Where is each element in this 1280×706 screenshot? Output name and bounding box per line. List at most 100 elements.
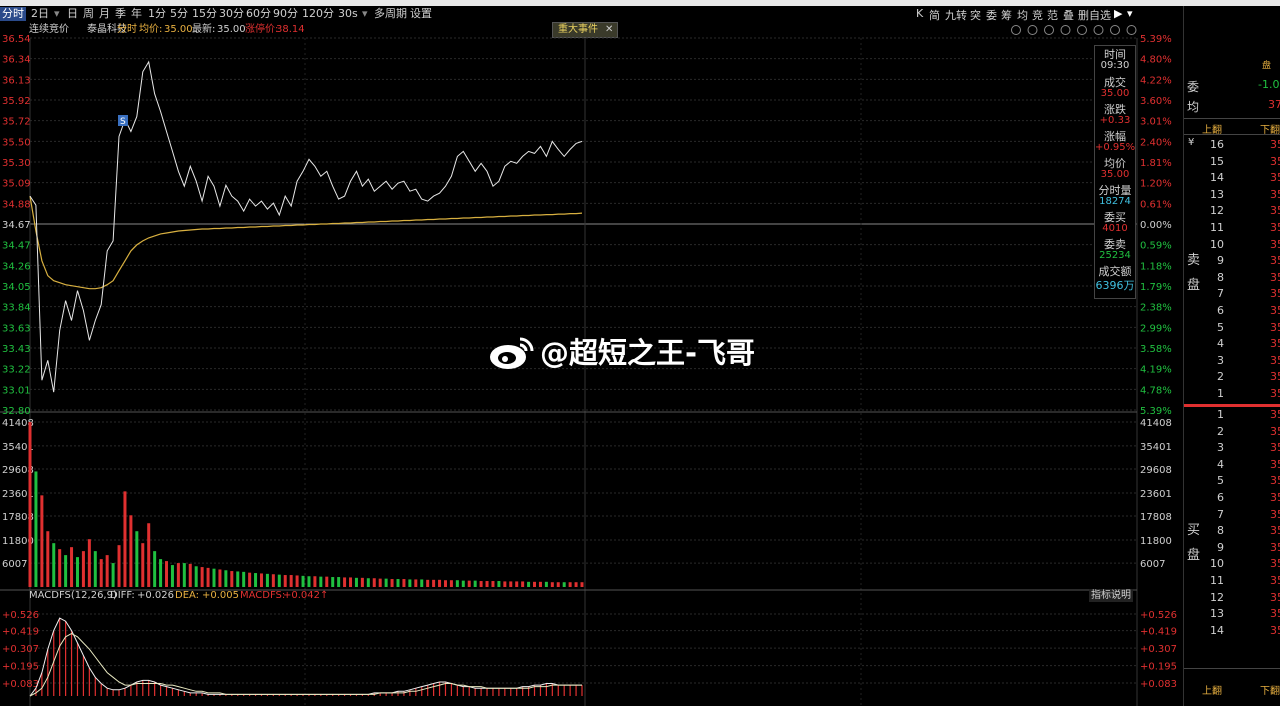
tool-chou[interactable]: 筹 xyxy=(1001,7,1012,23)
volume-bar xyxy=(521,581,525,587)
tab-year[interactable]: 年 xyxy=(131,7,142,21)
tab-15min[interactable]: 15分 xyxy=(192,7,217,21)
volume-bar xyxy=(580,582,584,587)
sell-level-row[interactable]: 7 35 xyxy=(1184,287,1280,303)
tab-60min[interactable]: 60分 xyxy=(246,7,271,21)
macd-tick-label-right: +0.526 xyxy=(1140,610,1177,621)
volume-bar xyxy=(473,580,477,587)
volume-bar xyxy=(396,579,400,587)
buy-level-row[interactable]: 14 35 xyxy=(1184,624,1280,640)
buy-level-row[interactable]: 12 35 xyxy=(1184,591,1280,607)
buy-level-price: 35 xyxy=(1270,557,1280,571)
volume-bar xyxy=(159,559,163,587)
volume-bar xyxy=(99,559,103,587)
tool-k[interactable]: K xyxy=(916,7,923,20)
indicator-help-button[interactable]: 指标说明 xyxy=(1089,589,1133,602)
tab-120min[interactable]: 120分 xyxy=(302,7,334,21)
buy-level-row[interactable]: 4 35 xyxy=(1184,458,1280,474)
tool-wei[interactable]: 委 xyxy=(986,7,997,23)
sell-level-row[interactable]: 9 35 xyxy=(1184,254,1280,270)
tab-1min[interactable]: 1分 xyxy=(148,7,166,21)
sell-level-price: 35 xyxy=(1270,304,1280,317)
macd-tick-label: +0.307 xyxy=(2,644,39,655)
buy-level-row[interactable]: 3 35 xyxy=(1184,441,1280,457)
page-down-button-bottom[interactable]: 下翻 xyxy=(1260,682,1280,697)
tool-jing[interactable]: 竞 xyxy=(1032,7,1043,23)
pct-tick-label: 4.78% xyxy=(1140,385,1172,396)
sell-level-row[interactable]: 10 35 xyxy=(1184,238,1280,254)
sell-level-row[interactable]: 6 35 xyxy=(1184,304,1280,320)
tab-day[interactable]: 日 xyxy=(67,7,78,21)
sell-level-row[interactable]: 4 35 xyxy=(1184,337,1280,353)
tool-die[interactable]: 叠 xyxy=(1063,7,1074,23)
volume-bar xyxy=(574,582,578,587)
sell-level-row[interactable]: 1635 xyxy=(1184,138,1280,154)
page-up-button-bottom[interactable]: 上翻 xyxy=(1202,682,1222,697)
tab-2day[interactable]: 2日 xyxy=(31,7,49,21)
sell-level-row[interactable]: 3 35 xyxy=(1184,354,1280,370)
sell-level-row[interactable]: 14 35 xyxy=(1184,171,1280,187)
volume-bar xyxy=(111,563,115,587)
tool-delete-watchlist[interactable]: 删自选 xyxy=(1078,7,1111,23)
sell-level-row[interactable]: 8 35 xyxy=(1184,271,1280,287)
volume-bar xyxy=(135,531,139,587)
tool-jun[interactable]: 均 xyxy=(1017,7,1028,23)
macd-tick-label: +0.419 xyxy=(2,627,39,638)
settings-button[interactable]: 设置 xyxy=(410,7,432,21)
tab-90min[interactable]: 90分 xyxy=(273,7,298,21)
buy-level-row[interactable]: 10 35 xyxy=(1184,557,1280,573)
zoom-in-icon xyxy=(1110,25,1120,35)
tab-month[interactable]: 月 xyxy=(99,7,110,21)
buy-level-row[interactable]: 8 35 xyxy=(1184,524,1280,540)
sell-level-row[interactable]: 5 35 xyxy=(1184,321,1280,337)
tab-30s[interactable]: 30s xyxy=(338,7,358,21)
price-tick-label: 36.34 xyxy=(2,55,31,66)
price-tick-label: 34.26 xyxy=(2,261,31,272)
tool-jian[interactable]: 简 xyxy=(929,7,940,23)
edit-icon xyxy=(1027,25,1038,35)
buy-level-row[interactable]: 7 35 xyxy=(1184,508,1280,524)
sell-level-price: 35 xyxy=(1270,320,1280,334)
sell-level-number: 16 xyxy=(1210,138,1224,151)
sell-level-row[interactable]: 11 35 xyxy=(1184,221,1280,237)
tab-week[interactable]: 周 xyxy=(83,7,94,21)
buy-level-price: 35 xyxy=(1270,408,1280,421)
volume-bar xyxy=(461,580,465,587)
tool-fan[interactable]: 范 xyxy=(1047,7,1058,23)
buy-level-row[interactable]: 2 35 xyxy=(1184,425,1280,441)
volume-bar xyxy=(319,576,323,587)
buy-level-number: 4 xyxy=(1217,457,1224,471)
buy-level-row[interactable]: 5 35 xyxy=(1184,474,1280,490)
buy-level-row[interactable]: 6 35 xyxy=(1184,491,1280,507)
volume-bar xyxy=(141,543,145,587)
tool-tu[interactable]: 突 xyxy=(970,7,981,23)
buy-level-row[interactable]: 1 35 xyxy=(1184,408,1280,424)
chevron-down-icon[interactable]: ▾ xyxy=(362,7,368,21)
chevron-down-icon[interactable]: ▾ xyxy=(1127,7,1133,20)
volume-bar xyxy=(378,578,382,587)
sell-level-price: 35 xyxy=(1270,287,1280,301)
sell-level-row[interactable]: 1 35 xyxy=(1184,387,1280,403)
price-tick-label: 33.01 xyxy=(2,385,31,396)
sell-level-row[interactable]: 2 35 xyxy=(1184,370,1280,386)
buy-level-row[interactable]: 9 35 xyxy=(1184,541,1280,557)
buy-level-row[interactable]: 11 35 xyxy=(1184,574,1280,590)
sell-level-row[interactable]: 13 35 xyxy=(1184,188,1280,204)
sell-level-row[interactable]: 12 35 xyxy=(1184,204,1280,220)
tab-fenshi[interactable]: 分时 xyxy=(0,7,26,21)
buy-level-row[interactable]: 13 35 xyxy=(1184,607,1280,623)
tab-quarter[interactable]: 季 xyxy=(115,7,126,21)
volume-bar xyxy=(283,575,287,587)
tool-jiuzhuan[interactable]: 九转 xyxy=(945,7,967,23)
macd-tick-label: +0.083 xyxy=(2,679,39,690)
price-tick-label: 35.72 xyxy=(2,117,31,128)
sell-level-price: 35 xyxy=(1270,370,1280,384)
tab-5min[interactable]: 5分 xyxy=(170,7,188,21)
tab-multi-period[interactable]: 多周期 xyxy=(374,7,407,21)
play-icon[interactable]: ▶ xyxy=(1114,7,1122,20)
chevron-down-icon[interactable]: ▾ xyxy=(54,7,60,21)
macd-dea-line xyxy=(29,633,582,697)
tab-30min[interactable]: 30分 xyxy=(219,7,244,21)
volume-bar xyxy=(360,577,364,587)
sell-level-row[interactable]: 1535 xyxy=(1184,155,1280,171)
